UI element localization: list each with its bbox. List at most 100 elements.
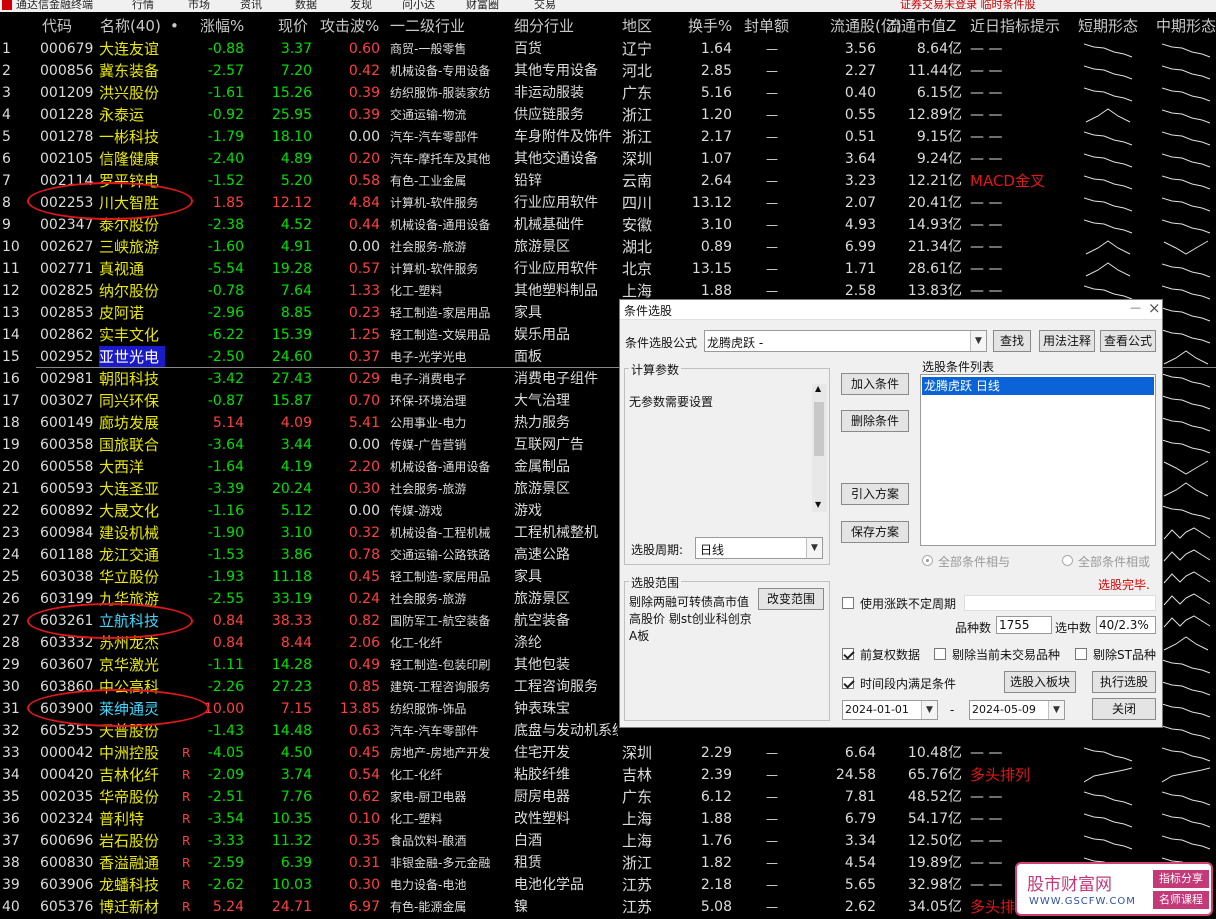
delete-condition-button[interactable]: 删除条件 <box>841 410 909 432</box>
column-header[interactable]: 封单额 <box>744 14 789 38</box>
table-row[interactable]: 35 002035 华帝股份 R -2.51 7.76 0.62 家电-厨卫电器 厨房电器 广东 6… <box>0 786 1216 808</box>
cell-atk: 0.54 <box>348 767 380 783</box>
cell-sub: 白酒 <box>514 833 542 849</box>
cell-turn: 2.18 <box>700 877 732 893</box>
close-button[interactable]: 关闭 <box>1092 698 1156 720</box>
date-end-input[interactable]: 2024-05-09 ▼ <box>969 700 1065 720</box>
column-header[interactable]: 短期形态 <box>1078 14 1138 38</box>
table-row[interactable]: 4 001228 永泰运 -0.92 25.95 0.39 交通运输-物流 供应链服务 浙江 1.… <box>0 104 1216 126</box>
menu-item[interactable]: 财富圈 <box>466 0 499 12</box>
trend-sparkline-icon <box>1162 285 1211 300</box>
menu-item[interactable]: 行情 <box>132 0 154 12</box>
table-row[interactable]: 2 000856 冀东装备 -2.57 7.20 0.42 机械设备-专用设备 其他专用设备 河… <box>0 60 1216 82</box>
date-start-input[interactable]: 2024-01-01 ▼ <box>842 700 938 720</box>
cell-atk: 1.25 <box>348 327 380 343</box>
exclude-st-checkbox[interactable] <box>1075 648 1087 660</box>
menu-item[interactable]: 问小达 <box>402 0 435 12</box>
to-block-button[interactable]: 选股入板块 <box>1004 671 1076 693</box>
column-header[interactable]: 一二级行业 <box>390 14 465 38</box>
trend-sparkline-icon <box>1084 219 1133 234</box>
column-header[interactable]: • <box>170 14 179 38</box>
column-header[interactable]: 近日指标提示 <box>970 14 1060 38</box>
close-icon[interactable]: × <box>1148 299 1161 317</box>
table-row[interactable]: 34 000420 吉林化纤 R -2.09 3.74 0.54 化工-化纤 粘胶纤维 吉林 2.3… <box>0 764 1216 786</box>
menu-item[interactable]: 交易 <box>534 0 556 12</box>
cell-name: 大西洋 <box>99 458 145 476</box>
cell-name: 建设机械 <box>99 524 160 542</box>
cell-n: 34 <box>2 767 20 783</box>
add-condition-button[interactable]: 加入条件 <box>841 373 909 395</box>
column-header[interactable]: 地区 <box>622 14 652 38</box>
column-header[interactable]: 流通市值Z <box>886 14 956 38</box>
period-select[interactable]: 日线 ▼ <box>695 537 823 559</box>
import-plan-button[interactable]: 引入方案 <box>841 483 909 505</box>
column-header[interactable]: 攻击波% <box>320 14 379 38</box>
cell-n: 12 <box>2 283 20 299</box>
cell-mcap: 54.17亿 <box>907 811 962 827</box>
unfixed-period-checkbox[interactable] <box>842 597 854 609</box>
chevron-down-icon[interactable]: ▼ <box>1048 701 1064 719</box>
table-row[interactable]: 7 002114 罗平锌电 -1.52 5.20 0.58 有色-工业金属 铅锌 云南 2.64—… <box>0 170 1216 192</box>
column-header[interactable]: 现价 <box>278 14 308 38</box>
table-row[interactable]: 37 600696 岩石股份 R -3.33 11.32 0.35 食品饮料-酿酒 白酒 上海 1.… <box>0 830 1216 852</box>
and-radio[interactable] <box>922 555 933 566</box>
menu-item[interactable]: 资讯 <box>240 0 262 12</box>
cell-r <box>182 390 196 412</box>
view-formula-button[interactable]: 查看公式 <box>1100 330 1156 352</box>
dialog-titlebar[interactable]: 条件选股 — × <box>620 299 1162 320</box>
column-header[interactable]: 代码 <box>42 14 72 38</box>
table-row[interactable]: 6 002105 信隆健康 -2.40 4.89 0.20 汽车-摩托车及其他 其他交通设备 深… <box>0 148 1216 170</box>
execute-button[interactable]: 执行选股 <box>1092 671 1156 693</box>
chevron-down-icon[interactable]: ▼ <box>921 701 937 719</box>
save-plan-button[interactable]: 保存方案 <box>841 521 909 543</box>
cell-sub: 工程咨询服务 <box>514 679 598 695</box>
cell-r <box>182 346 196 368</box>
cell-r <box>182 258 196 280</box>
chevron-down-icon[interactable]: ▼ <box>815 500 821 509</box>
table-row[interactable]: 9 002347 泰尔股份 -2.38 4.52 0.44 机械设备-通用设备 机械基础件 安徽… <box>0 214 1216 236</box>
column-header[interactable]: 换手% <box>688 14 732 38</box>
chevron-down-icon[interactable]: ▼ <box>970 331 986 351</box>
column-header[interactable]: 细分行业 <box>514 14 574 38</box>
period-condition-checkbox[interactable] <box>842 677 854 689</box>
scrollbar[interactable]: ▲ ▼ <box>812 384 827 512</box>
unfixed-period-input[interactable] <box>964 595 1156 611</box>
cell-price: 24.60 <box>271 349 312 365</box>
cond-list[interactable]: 龙腾虎跃 日线 <box>920 374 1156 546</box>
table-row[interactable]: 3 001209 洪兴股份 -1.61 15.26 0.39 纺织服饰-服装家纺 非运动服装 广… <box>0 82 1216 104</box>
change-scope-button[interactable]: 改变范围 <box>758 588 824 610</box>
table-row[interactable]: 1 000679 大连友谊 -0.88 3.37 0.60 商贸-一般零售 百货 辽宁 1.64 —… <box>0 38 1216 60</box>
cond-list-item[interactable]: 龙腾虎跃 日线 <box>922 377 1154 395</box>
menu-item[interactable]: 数据 <box>295 0 317 12</box>
cell-code: 600892 <box>40 503 94 519</box>
chevron-up-icon[interactable]: ▲ <box>815 384 821 393</box>
column-header[interactable]: 涨幅% <box>200 14 244 38</box>
trend-sparkline-icon <box>1162 329 1211 344</box>
table-row[interactable]: 33 000042 中洲控股 R -4.05 4.50 0.45 房地产-房地产开发 住宅开发 深… <box>0 742 1216 764</box>
table-row[interactable]: 10 002627 三峡旅游 -1.60 4.91 0.00 社会服务-旅游 旅游景区 湖北 0.… <box>0 236 1216 258</box>
exclude-nontrade-checkbox[interactable] <box>934 648 946 660</box>
cell-mcap: 8.64亿 <box>916 41 962 57</box>
trend-sparkline-icon <box>1163 350 1209 365</box>
restore-checkbox[interactable] <box>842 648 854 660</box>
menu-item[interactable]: 发现 <box>350 0 372 12</box>
chevron-down-icon[interactable]: ▼ <box>806 538 822 558</box>
cell-chg: -1.90 <box>207 525 244 541</box>
trend-sparkline-icon <box>1162 417 1211 432</box>
cell-r <box>182 456 196 478</box>
formula-select[interactable]: 龙腾虎跃 - ▼ <box>704 330 987 352</box>
cell-atk: 0.49 <box>348 657 380 673</box>
usage-button[interactable]: 用法注释 <box>1039 330 1095 352</box>
table-row[interactable]: 36 002324 普利特 R -3.54 10.35 0.10 化工-塑料 改性塑料 上海 1.8… <box>0 808 1216 830</box>
column-header[interactable]: 中期形态 <box>1156 14 1216 38</box>
menu-item[interactable]: 市场 <box>188 0 210 12</box>
minimize-icon[interactable]: — <box>1130 301 1141 314</box>
find-button[interactable]: 查找 <box>993 330 1031 352</box>
cell-atk: 0.62 <box>348 789 380 805</box>
table-row[interactable]: 11 002771 真视通 -5.54 19.28 0.57 计算机-软件服务 行业应用软件 北… <box>0 258 1216 280</box>
cell-price: 7.64 <box>280 283 312 299</box>
cell-n: 17 <box>2 393 20 409</box>
table-row[interactable]: 5 001278 一彬科技 -1.79 18.10 0.00 汽车-汽车零部件 车身附件及饰件… <box>0 126 1216 148</box>
column-header[interactable]: 名称(40) <box>100 14 161 38</box>
or-radio[interactable] <box>1062 555 1073 566</box>
